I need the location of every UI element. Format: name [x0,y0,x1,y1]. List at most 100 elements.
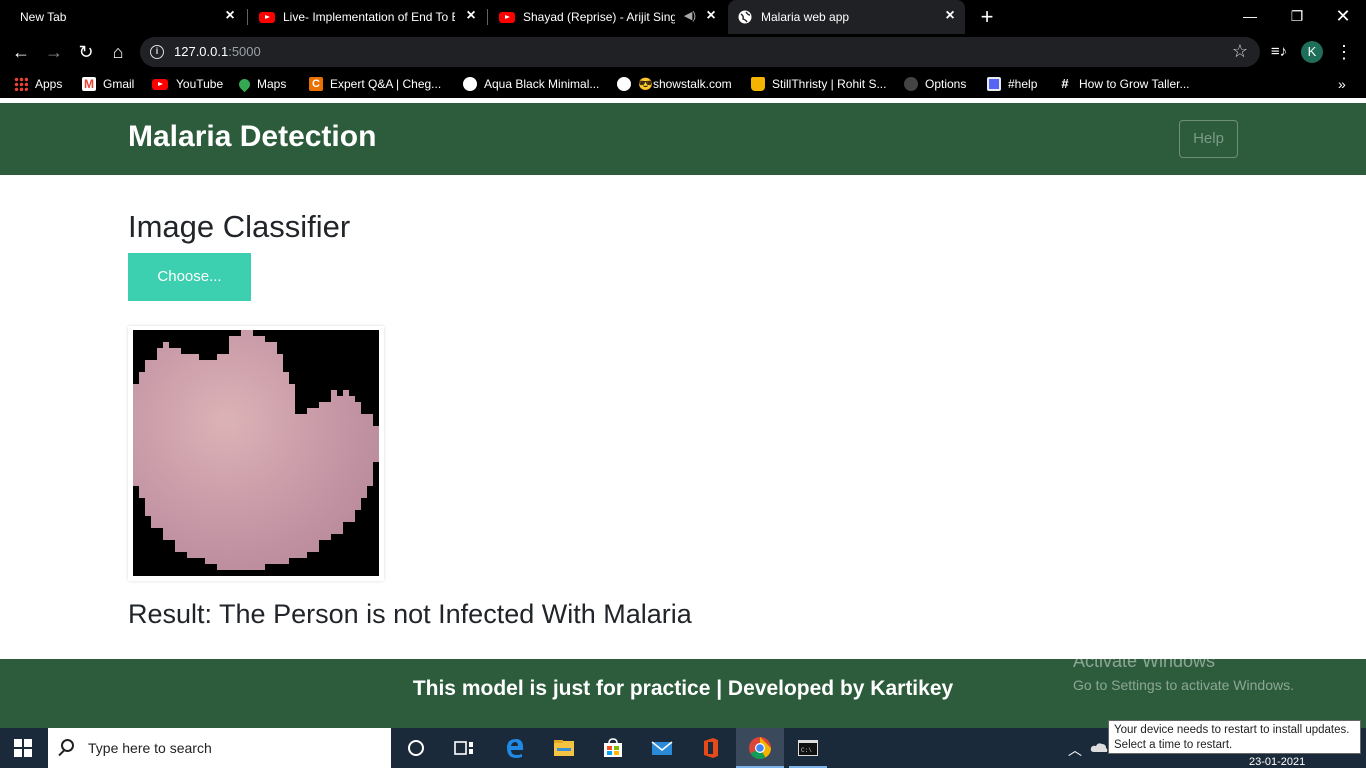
choose-file-button[interactable]: Choose... [128,253,251,301]
bookmark-label: Options [925,77,967,91]
back-button[interactable]: ← [8,39,34,65]
globe-icon [738,10,752,24]
youtube-icon [499,11,515,23]
globe-icon [463,77,477,91]
bookmark-label: Expert Q&A | Cheg... [330,77,442,91]
result-text: Result: The Person is not Infected With … [128,599,692,629]
bookmark-label: How to Grow Taller... [1079,77,1190,91]
notification-line: Select a time to restart. [1114,739,1233,751]
edge-icon[interactable] [503,736,527,760]
url-text: 127.0.0.1:5000 [174,44,261,59]
bookmark-chegg[interactable]: C Expert Q&A | Cheg... [309,76,441,92]
bookmark-label: Gmail [103,77,135,91]
bookmark-apps[interactable]: Apps [14,76,62,92]
bookmark-showstalk[interactable]: 😎showstalk.com [617,76,732,92]
restore-button[interactable]: ❐ [1282,6,1312,26]
bookmark-label: YouTube [176,77,224,91]
search-placeholder: Type here to search [88,740,212,756]
hash-icon: # [1061,76,1069,91]
onedrive-icon[interactable] [1090,741,1108,753]
help-button[interactable]: Help [1179,120,1238,158]
tab-separator [247,9,248,25]
star-icon[interactable]: ☆ [1232,41,1248,62]
svg-text:C:\: C:\ [801,747,812,754]
close-icon[interactable]: × [704,8,718,24]
bookmark-stillthristy[interactable]: StillThristy | Rohit S... [751,76,886,92]
bookmark-label: #help [1008,77,1038,91]
new-tab-button[interactable]: + [976,6,998,28]
info-icon[interactable]: i [150,45,164,59]
close-icon[interactable]: × [464,8,478,24]
bookmark-aqua-black[interactable]: Aqua Black Minimal... [463,76,599,92]
bookmark-label: StillThristy | Rohit S... [772,77,887,91]
tab-separator [487,9,488,25]
tab-title: Malaria web app [761,10,850,24]
minimize-button[interactable]: — [1235,6,1265,26]
bookmarks-bar: Apps M Gmail YouTube Maps C Expert Q&A |… [0,70,1366,98]
chegg-icon: C [309,77,323,91]
browser-toolbar: ← → ↻ ⌂ i 127.0.0.1:5000 ☆ ≡♪ ⋮ [0,34,1366,70]
bookmark-help[interactable]: #help [987,76,1037,92]
speaker-icon[interactable]: ◀) [684,9,696,22]
youtube-icon [259,11,275,23]
tab-live-implementation[interactable]: Live- Implementation of End To E × [250,0,486,34]
cortana-icon[interactable] [404,736,428,760]
chrome-icon [749,737,771,759]
bookmark-options[interactable]: Options [904,76,966,92]
github-icon [904,77,918,91]
image-preview [128,326,384,581]
clock-date[interactable]: 23-01-2021 [1249,756,1305,768]
file-explorer-icon[interactable] [552,736,576,760]
activate-windows-subtitle: Go to Settings to activate Windows. [1073,677,1294,693]
notification-line: Your device needs to restart to install … [1114,724,1350,736]
gmail-icon: M [82,77,96,91]
bookmarks-overflow-icon[interactable]: » [1338,76,1346,92]
page-title: Image Classifier [128,209,351,244]
bookmark-label: 😎showstalk.com [638,77,732,91]
mail-icon[interactable] [650,736,674,760]
bookmark-youtube[interactable]: YouTube [152,76,223,92]
office-icon[interactable] [699,736,723,760]
uploaded-cell-image [133,330,379,576]
taskbar-search-input[interactable]: Type here to search [48,728,391,768]
tray-chevron-up-icon[interactable]: ︿ [1068,740,1082,760]
apps-grid-icon [14,77,28,91]
reload-button[interactable]: ↻ [73,39,99,65]
tab-title: Live- Implementation of End To E [283,10,455,24]
tab-title: New Tab [20,10,67,24]
forward-button[interactable]: → [41,39,67,65]
task-view-icon[interactable] [452,736,476,760]
close-window-button[interactable]: ✕ [1328,6,1358,26]
bookmark-label: Apps [35,77,63,91]
brand-title[interactable]: Malaria Detection [128,120,376,154]
url-port: :5000 [228,44,261,59]
bookmark-maps[interactable]: Maps [236,76,287,92]
mug-icon [751,77,765,91]
notification-icon [987,77,1001,91]
address-bar[interactable]: i 127.0.0.1:5000 ☆ [140,37,1260,67]
terminal-icon[interactable]: C:\ [796,736,820,760]
windows-start-icon[interactable] [14,739,32,757]
bookmark-label: Maps [257,77,287,91]
home-button[interactable]: ⌂ [105,39,131,65]
restart-notification[interactable]: Your device needs to restart to install … [1108,720,1361,754]
avatar[interactable]: K [1301,41,1323,63]
media-control-icon[interactable]: ≡♪ [1266,39,1292,65]
menu-kebab-icon[interactable]: ⋮ [1331,39,1357,65]
tab-new-tab[interactable]: New Tab × [0,0,245,34]
close-icon[interactable]: × [943,8,957,24]
activate-windows-title: Activate Windows [1073,651,1216,671]
bookmark-label: Aqua Black Minimal... [484,77,600,91]
chrome-taskbar-button[interactable] [736,728,784,768]
globe-icon [617,77,631,91]
bookmark-grow-taller[interactable]: # How to Grow Taller... [1058,76,1189,92]
tab-shayad-reprise[interactable]: Shayad (Reprise) - Arijit Singh ◀) × [490,0,726,34]
bookmark-gmail[interactable]: M Gmail [82,76,134,92]
store-icon[interactable] [601,736,625,760]
close-icon[interactable]: × [223,8,237,24]
page-navbar: Malaria Detection Help [0,103,1366,175]
tab-strip: New Tab × Live- Implementation of End To… [0,0,1366,34]
youtube-icon [152,78,168,90]
tab-malaria-web-app[interactable]: Malaria web app × [728,0,965,34]
tab-title: Shayad (Reprise) - Arijit Singh [523,10,675,24]
